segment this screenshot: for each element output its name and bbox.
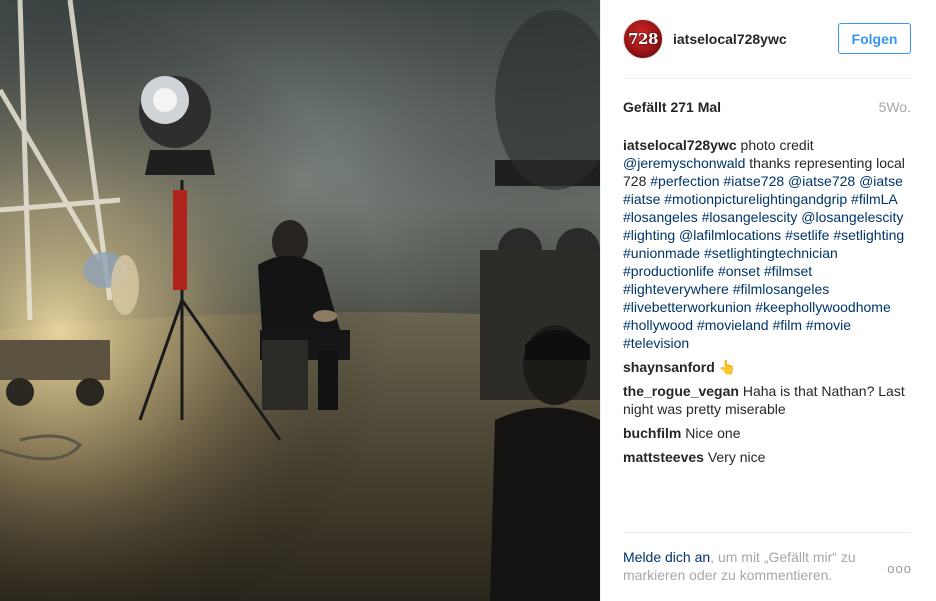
comment-item: mattsteeves Very nice [623, 448, 911, 466]
comment-author[interactable]: mattsteeves [623, 449, 704, 465]
comment-text: Nice one [685, 425, 741, 441]
hashtag-link[interactable]: #onset [718, 263, 760, 279]
hashtag-link[interactable]: #filmset [764, 263, 812, 279]
login-link[interactable]: Melde dich an [623, 549, 710, 565]
mention-link[interactable]: @losangelescity [801, 209, 903, 225]
mention-link[interactable]: @lafilmlocations [679, 227, 781, 243]
hashtag-link[interactable]: #filmLA [851, 191, 897, 207]
hashtag-link[interactable]: #television [623, 335, 689, 351]
instagram-post-modal: 728 iatselocal728ywc Folgen Gefällt 271 … [0, 0, 936, 601]
post-details-panel: 728 iatselocal728ywc Folgen Gefällt 271 … [600, 0, 936, 601]
avatar-text: 728 [628, 30, 658, 48]
hashtag-link[interactable]: #movie [806, 317, 851, 333]
mention-link[interactable]: @iatse [859, 173, 903, 189]
more-options-icon[interactable]: ooo [887, 561, 912, 576]
hashtag-link[interactable]: #movieland [697, 317, 769, 333]
login-prompt: Melde dich an, um mit „Gefällt mir“ zu m… [623, 548, 911, 584]
hashtag-link[interactable]: #filmlosangeles [733, 281, 830, 297]
comment-author[interactable]: buchfilm [623, 425, 681, 441]
comment-item: buchfilm Nice one [623, 424, 911, 442]
likes-row: Gefällt 271 Mal 5Wo. [623, 98, 911, 116]
post-photo[interactable] [0, 0, 600, 601]
hashtag-link[interactable]: #setlife [785, 227, 829, 243]
likes-suffix: Mal [693, 99, 722, 115]
hashtag-link[interactable]: #setlighting [833, 227, 904, 243]
hashtag-link[interactable]: #productionlife [623, 263, 714, 279]
hashtag-link[interactable]: #perfection [650, 173, 719, 189]
footer-divider [623, 532, 911, 533]
hashtag-link[interactable]: #hollywood [623, 317, 693, 333]
caption: iatselocal728ywc photo credit @jeremysch… [623, 136, 911, 352]
hashtag-link[interactable]: #motionpicturelightingandgrip [664, 191, 847, 207]
hashtag-link[interactable]: #film [772, 317, 802, 333]
comment-author[interactable]: shaynsanford [623, 359, 715, 375]
likes-number: 271 [670, 99, 694, 115]
hashtag-link[interactable]: #losangeles [623, 209, 698, 225]
post-age[interactable]: 5Wo. [879, 99, 911, 115]
likes-count[interactable]: Gefällt 271 Mal [623, 99, 721, 115]
hashtag-link[interactable]: #losangelescity [702, 209, 798, 225]
comments-list: iatselocal728ywc photo credit @jeremysch… [623, 136, 911, 472]
follow-button[interactable]: Folgen [838, 23, 911, 54]
hashtag-link[interactable]: #iatse [623, 191, 660, 207]
hashtag-link[interactable]: #unionmade [623, 245, 700, 261]
comment-text: Very nice [707, 449, 766, 465]
film-set-photo [0, 0, 600, 601]
header-divider [623, 78, 911, 79]
avatar[interactable]: 728 [623, 19, 663, 59]
pointing-up-icon: 👆 [718, 359, 737, 375]
hashtag-link[interactable]: #setlightingtechnician [704, 245, 838, 261]
mention-link[interactable]: @iatse728 [788, 173, 855, 189]
hashtag-link[interactable]: #livebetterworkunion [623, 299, 751, 315]
hashtag-link[interactable]: #iatse728 [723, 173, 784, 189]
hashtag-link[interactable]: #keephollywoodhome [755, 299, 890, 315]
caption-author[interactable]: iatselocal728ywc [623, 137, 737, 153]
comment-item: the_rogue_vegan Haha is that Nathan? Las… [623, 382, 911, 418]
caption-text: photo credit @jeremyschonwald thanks rep… [623, 137, 905, 351]
likes-prefix: Gefällt [623, 99, 671, 115]
hashtag-link[interactable]: #lighteverywhere [623, 281, 729, 297]
comment-author[interactable]: the_rogue_vegan [623, 383, 739, 399]
username-link[interactable]: iatselocal728ywc [673, 31, 787, 47]
caption-text-segment: photo credit [736, 137, 814, 153]
mention-link[interactable]: @jeremyschonwald [623, 155, 745, 171]
hashtag-link[interactable]: #lighting [623, 227, 675, 243]
comment-item: shaynsanford 👆 [623, 358, 911, 376]
post-header: 728 iatselocal728ywc Folgen [601, 0, 936, 78]
